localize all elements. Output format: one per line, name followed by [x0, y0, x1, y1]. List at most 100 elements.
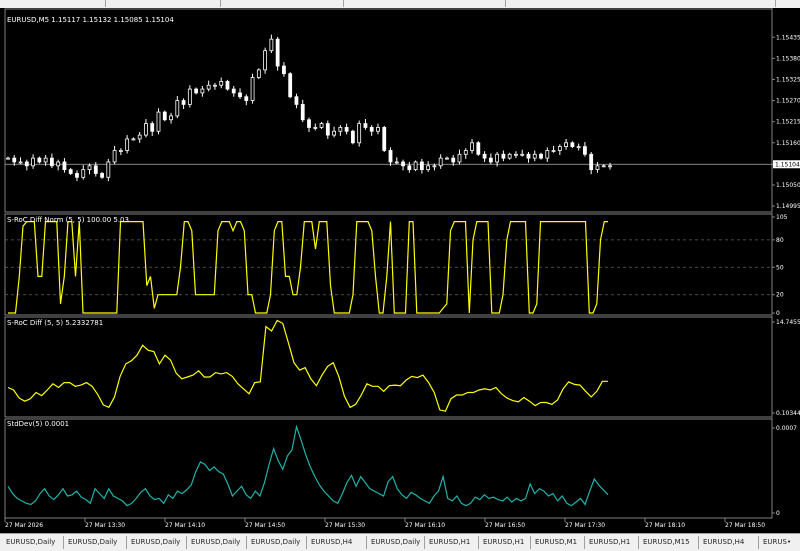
chart-tab[interactable]: EURUS•	[759, 536, 800, 549]
candle-body	[520, 153, 525, 156]
chart-tab[interactable]: EURUSD,H1	[479, 536, 531, 549]
candle-body	[244, 96, 249, 101]
pane-frame	[4, 316, 773, 418]
toolbar-separator	[505, 0, 506, 7]
time-tick-label: 27 Mar 18:10	[645, 522, 685, 529]
chart-tab[interactable]: EURUSD,H1	[425, 536, 479, 549]
candle-body	[488, 157, 493, 163]
candle-body	[601, 165, 606, 168]
chart-tab[interactable]: EURUSD,Daily	[64, 536, 127, 549]
chart-tab[interactable]: EURUSD,M15	[639, 536, 699, 549]
price-tick-label: 1.15270	[776, 98, 800, 105]
indicator-tick-label: 105	[776, 214, 788, 221]
sroc-norm-pane[interactable]: 105 80 50 20 0	[4, 213, 788, 317]
candle-body	[219, 80, 224, 86]
indicator-series-line	[7, 319, 608, 412]
candle-body	[438, 157, 443, 167]
candle-body	[476, 142, 481, 155]
chart-canvas[interactable]: 1.15435 1.15380 1.15325 1.15270 1.15215 1.151…	[0, 8, 800, 533]
candle-body	[451, 157, 456, 163]
candle-body	[181, 100, 186, 105]
stddev-pane[interactable]: 0.0007 0	[4, 418, 797, 519]
chart-tab[interactable]: EURUSD,Daily	[2, 536, 64, 549]
candle-body	[457, 153, 462, 163]
candle-body	[332, 130, 336, 136]
candle-body	[401, 161, 405, 167]
candle-body	[125, 138, 130, 151]
toolbar-separator	[343, 0, 344, 7]
candle-body	[263, 50, 268, 71]
price-tick-label: 1.15215	[776, 119, 800, 126]
candle-body	[419, 161, 424, 171]
candle-body	[112, 150, 117, 163]
pane-frame	[4, 418, 773, 519]
candle-body	[514, 153, 518, 156]
chart-tab[interactable]: EURUSD,M1	[531, 536, 585, 549]
candle-body	[376, 127, 380, 132]
chart-tab[interactable]: EURUSD,H4	[307, 536, 367, 549]
chart-tab[interactable]: EURUSD,Daily	[127, 536, 187, 549]
time-tick-label: 27 Mar 14:50	[245, 522, 285, 529]
indicator-tick-label: 80	[776, 237, 784, 244]
candle-body	[532, 153, 537, 159]
sroc-norm-title: S-RoC Diff Norm (5, 5) 100.00 5.03	[7, 216, 129, 224]
candle-body	[81, 169, 86, 178]
candle-body	[62, 161, 67, 171]
price-tick-label: 1.15050	[776, 182, 800, 189]
price-pane[interactable]: 1.15435 1.15380 1.15325 1.15270 1.15215 1.151…	[4, 8, 800, 213]
price-chart-title: EURUSD,M5 1.15117 1.15132 1.15085 1.1510…	[7, 16, 174, 24]
candle-body	[56, 161, 61, 167]
candle-body	[583, 146, 587, 155]
candle-body	[37, 157, 42, 163]
candle-body	[275, 38, 280, 67]
candle-body	[31, 157, 35, 167]
candle-body	[75, 173, 79, 178]
candle-body	[43, 157, 48, 163]
candle-body	[463, 150, 468, 155]
chart-window[interactable]: 1.15435 1.15380 1.15325 1.15270 1.15215 1.151…	[0, 8, 800, 533]
candle-body	[325, 123, 330, 136]
candle-body	[187, 88, 192, 105]
candle-body	[144, 123, 148, 136]
candle-body	[169, 115, 173, 121]
chart-tab[interactable]: EURUSD,H1	[585, 536, 639, 549]
candle-body	[150, 123, 155, 132]
candle-body	[551, 150, 556, 152]
candle-body	[426, 165, 431, 171]
candle-body	[175, 100, 180, 117]
candle-body	[608, 165, 612, 168]
candle-body	[388, 150, 393, 163]
candle-body	[12, 157, 17, 163]
candle-body	[307, 119, 311, 128]
candle-body	[526, 153, 531, 159]
candle-body	[557, 146, 562, 151]
candle-body	[162, 111, 167, 121]
pane-titles: EURUSD,M5 1.15117 1.15132 1.15085 1.1510…	[7, 16, 174, 428]
chart-tab[interactable]: EURUSD,Daily	[187, 536, 247, 549]
time-axis: 27 Mar 2026 27 Mar 13:30 27 Mar 14:10 27 Ma…	[4, 518, 765, 529]
price-tick-label: 1.15380	[776, 55, 800, 62]
candle-body	[87, 165, 92, 171]
stddev-title: StdDev(5) 0.0001	[7, 420, 69, 428]
candle-body	[319, 123, 324, 128]
candle-body	[545, 150, 550, 159]
candle-body	[539, 153, 543, 159]
chart-tab-bar[interactable]: EURUSD,Daily EURUSD,Daily EURUSD,Daily EURU…	[0, 533, 800, 551]
chart-tab[interactable]: EURUSD,Daily	[247, 536, 307, 549]
candle-body	[256, 69, 261, 78]
candle-body	[501, 153, 506, 159]
candle-body	[313, 127, 318, 129]
candle-body	[250, 77, 255, 101]
time-tick-label: 27 Mar 2026	[5, 522, 43, 529]
indicator-tick-label: 0.0007	[776, 425, 797, 432]
indicator-series-line	[7, 424, 609, 507]
candle-body	[570, 142, 575, 148]
chart-tab[interactable]: EURUSD,H4	[699, 536, 759, 549]
sroc-diff-pane[interactable]: 14.74556 0.103445	[4, 316, 800, 418]
indicator-tick-label: 0	[776, 310, 780, 317]
chart-tab[interactable]: EURUSD,Daily	[367, 536, 425, 549]
candle-body	[357, 123, 362, 144]
indicator-tick-label: 0	[776, 510, 780, 517]
candle-body	[382, 127, 387, 151]
candle-body	[131, 138, 136, 141]
